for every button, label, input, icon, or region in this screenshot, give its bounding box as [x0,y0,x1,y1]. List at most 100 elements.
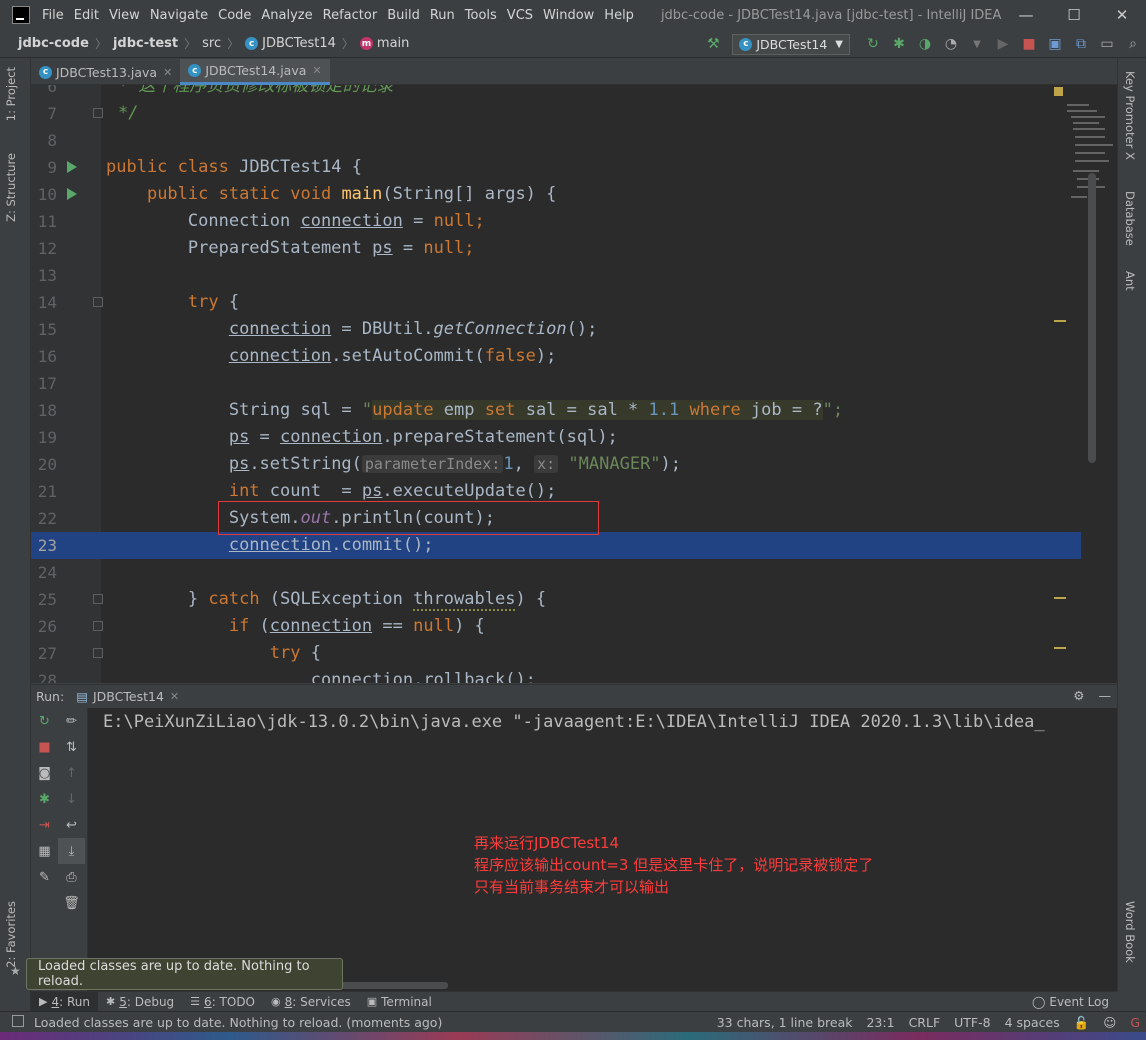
sort-icon[interactable]: ⇅ [58,734,85,760]
layout-icon[interactable]: ▦ [31,838,58,864]
menu-refactor[interactable]: Refactor [318,8,383,23]
rerun-icon[interactable]: ↻ [31,708,58,734]
soft-wrap-icon[interactable]: ↩ [58,812,85,838]
breadcrumb-folder[interactable]: src [202,36,221,51]
menu-tools[interactable]: Tools [460,8,502,23]
tab-services[interactable]: ◉ 8: Services [263,992,359,1012]
menu-build[interactable]: Build [382,8,425,23]
menu-view[interactable]: View [104,8,145,23]
pin-icon[interactable]: ✎ [31,864,58,890]
more-chevron-icon[interactable]: ▼ [965,32,989,56]
menu-file[interactable]: File [37,8,69,23]
run-with-coverage-icon[interactable]: ◑ [913,32,937,56]
line-separator[interactable]: CRLF [909,1015,941,1030]
status-message[interactable]: Loaded classes are up to date. Nothing t… [34,1015,442,1030]
fold-marker-icon[interactable] [93,594,103,604]
ant-tool-tab[interactable]: Ant [1123,271,1137,291]
trash-icon[interactable]: 🗑 [58,890,85,916]
stop-icon[interactable]: ■ [1017,32,1041,56]
presentation-icon[interactable]: ▭ [1095,32,1119,56]
database-tool-tab[interactable]: Database [1123,191,1137,246]
fold-marker-icon[interactable] [93,621,103,631]
structure-tool-tab[interactable]: Z: Structure [4,153,18,222]
print-icon[interactable]: ⎙ [58,864,85,890]
run-configuration-dropdown[interactable]: c JDBCTest14 ▼ [732,33,850,55]
menu-edit[interactable]: Edit [69,8,104,23]
close-icon[interactable]: ✕ [170,690,179,703]
menu-vcs[interactable]: VCS [502,8,538,23]
caret-position[interactable]: 23:1 [866,1015,894,1030]
google-icon[interactable]: G [1130,1015,1140,1030]
stop-icon[interactable]: ■ [31,734,58,760]
close-icon[interactable]: ✕ [163,66,172,79]
menu-run[interactable]: Run [425,8,460,23]
minimize-button[interactable]: — [1002,0,1050,30]
run-gutter-icon[interactable] [67,188,77,200]
warning-marker[interactable] [1054,320,1066,322]
debug-icon[interactable]: ✱ [887,32,911,56]
camera-icon[interactable]: ◙ [31,760,58,786]
hide-panel-icon[interactable]: — [1099,688,1112,703]
selection-info[interactable]: 33 chars, 1 line break [717,1015,853,1030]
inspection-status-icon[interactable] [1054,87,1063,96]
run-console[interactable]: E:\PeiXunZiLiao\jdk-13.0.2\bin\java.exe … [88,708,1117,991]
event-log-button[interactable]: ◯ Event Log [1032,992,1109,1012]
fold-marker-icon[interactable] [93,297,103,307]
tab-debug[interactable]: ✱ 5: Debug [98,992,182,1012]
sql-text: sal = sal * [515,400,649,420]
resume-icon[interactable]: ▶ [991,32,1015,56]
scroll-to-end-icon[interactable]: ⤓ [58,838,85,864]
search-icon[interactable]: ⌕ [1121,32,1145,56]
hector-icon[interactable]: ☺ [1103,1015,1116,1030]
tab-run[interactable]: ▶ 4: Run [31,991,98,1012]
tab-terminal[interactable]: ▣ Terminal [359,992,440,1012]
maximize-button[interactable]: ☐ [1050,0,1098,30]
exit-icon[interactable]: ⇥ [31,812,58,838]
menu-window[interactable]: Window [538,8,599,23]
editor-tab-jdbctest14[interactable]: c JDBCTest14.java ✕ [180,59,330,85]
translate-icon[interactable]: ⧉ [1069,32,1093,56]
arrow-down-icon[interactable]: ↓ [58,786,85,812]
breadcrumb-method[interactable]: m main [359,36,409,51]
breadcrumb-class[interactable]: c JDBCTest14 [245,36,336,51]
edit-icon[interactable]: ✏ [58,708,85,734]
run-tab-jdbctest14[interactable]: ▤ JDBCTest14 ✕ [76,689,179,704]
project-tool-tab[interactable]: 1: Project [4,67,18,121]
profile-icon[interactable]: ◔ [939,32,963,56]
lock-icon[interactable]: 🔓 [1074,1015,1090,1031]
notification-balloon[interactable]: Loaded classes are up to date. Nothing t… [26,958,343,990]
project-structure-icon[interactable]: ▣ [1043,32,1067,56]
indent-info[interactable]: 4 spaces [1005,1015,1060,1030]
code-line: 6 * 这个程序负责修改标被锁定的记录 [31,85,1081,100]
arrow-up-icon[interactable]: ↑ [58,760,85,786]
breadcrumb-project[interactable]: jdbc-code [18,36,89,51]
file-encoding[interactable]: UTF-8 [954,1015,990,1030]
gear-icon[interactable]: ⚙ [1073,688,1084,703]
editor-tab-jdbctest13[interactable]: c JDBCTest13.java ✕ [31,59,180,85]
debug-icon[interactable]: ✱ [31,786,58,812]
menu-analyze[interactable]: Analyze [256,8,317,23]
menu-help[interactable]: Help [599,8,639,23]
close-icon[interactable]: ✕ [312,64,321,77]
fold-marker-icon[interactable] [93,648,103,658]
close-button[interactable]: ✕ [1098,0,1146,30]
rerun-icon[interactable]: ↻ [861,32,885,56]
editor-vertical-scrollbar[interactable] [1088,173,1096,463]
code-editor[interactable]: 6 * 这个程序负责修改标被锁定的记录 7 */ 8 9 public class J… [31,85,1117,683]
fold-marker-icon[interactable] [93,108,103,118]
menu-navigate[interactable]: Navigate [145,8,213,23]
menu-code[interactable]: Code [213,8,256,23]
line-number: 12 [37,239,57,258]
breadcrumb-module[interactable]: jdbc-test [113,36,178,51]
build-hammer-icon[interactable]: ⚒ [701,32,725,56]
run-gutter-icon[interactable] [67,161,77,173]
key-promoter-tool-tab[interactable]: Key Promoter X [1123,71,1137,160]
warning-marker[interactable] [1054,597,1066,599]
tab-todo[interactable]: ☰ 6: TODO [182,992,263,1012]
word-book-tool-tab[interactable]: Word Book [1123,901,1137,963]
warning-marker[interactable] [1054,647,1066,649]
menu-bar: File Edit View Navigate Code Analyze Ref… [37,8,639,23]
toggle-tool-windows-icon[interactable] [12,1015,24,1027]
favorites-tool-tab[interactable]: 2: Favorites [4,901,18,968]
java-class-icon: c [188,64,202,77]
